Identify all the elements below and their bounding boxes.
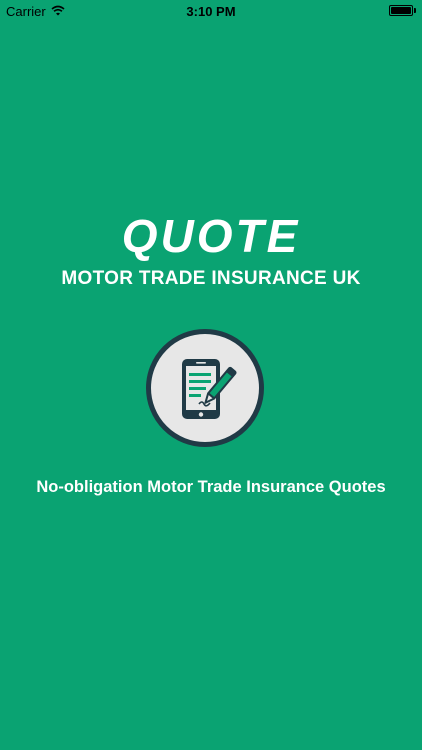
status-bar: Carrier 3:10 PM: [0, 0, 422, 24]
battery-icon: [389, 5, 416, 16]
app-subtitle: MOTOR TRADE INSURANCE UK: [61, 268, 361, 289]
splash-screen: Carrier 3:10 PM QUOTE MOTOR TRADE INSURA…: [0, 0, 422, 750]
app-title: QUOTE: [121, 210, 301, 262]
tagline: No-obligation Motor Trade Insurance Quot…: [36, 478, 386, 496]
status-time: 3:10 PM: [186, 4, 236, 19]
phone-form-pen-icon: [146, 329, 264, 447]
battery-level: [391, 7, 411, 14]
